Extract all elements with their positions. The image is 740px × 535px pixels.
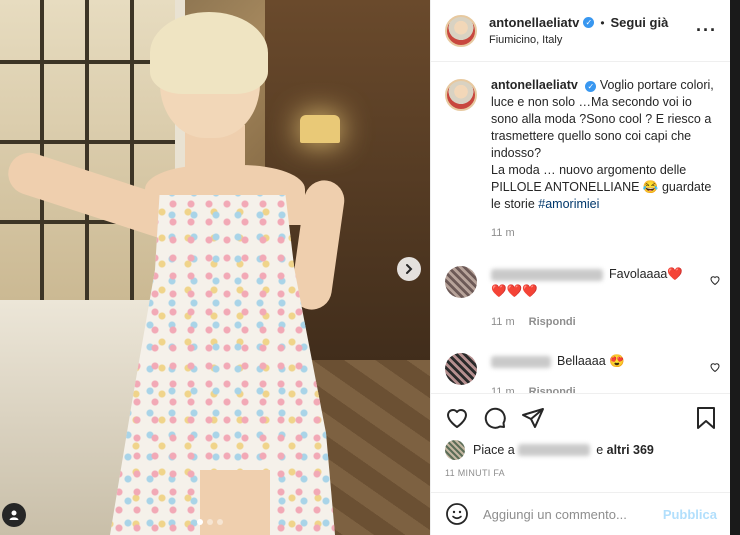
verified-badge-icon: ✓	[585, 81, 597, 92]
bookmark-icon[interactable]	[695, 406, 717, 430]
post-caption: antonellaeliatv ✓ Voglio portare colori,…	[431, 63, 731, 242]
comment-time: 11 m	[491, 386, 515, 393]
more-options-icon[interactable]: ···	[696, 20, 717, 41]
hashtag-link[interactable]: #amorimiei	[538, 197, 599, 211]
commenter-username-blurred[interactable]	[491, 268, 603, 281]
commenter-username-blurred[interactable]	[491, 355, 551, 368]
adjacent-post-edge	[730, 0, 740, 535]
likes-summary[interactable]: Piace a e altri 369	[445, 440, 717, 460]
liker-avatar	[445, 440, 465, 460]
comment-bubble-icon[interactable]	[483, 406, 507, 430]
avatar[interactable]	[445, 14, 477, 47]
liker-username-blurred[interactable]	[518, 444, 591, 456]
comment-text: Bellaaaa 😍	[557, 354, 625, 368]
woman-legs	[200, 470, 270, 535]
chevron-right-icon	[406, 264, 413, 274]
post-header: antonellaeliatv ✓ • Segui già Fiumicino,…	[431, 0, 731, 62]
background-lamp	[300, 115, 340, 143]
separator-dot: •	[600, 15, 605, 30]
caption-username-link[interactable]: antonellaeliatv	[491, 78, 578, 92]
likes-middle: e	[596, 443, 604, 457]
carousel-indicator	[197, 519, 223, 525]
reply-button[interactable]: Rispondi	[529, 314, 576, 331]
carousel-dot	[217, 519, 223, 525]
comment-input[interactable]	[481, 505, 663, 523]
avatar[interactable]	[445, 79, 477, 111]
carousel-dot	[197, 519, 203, 525]
publish-button[interactable]: Pubblica	[663, 507, 717, 522]
woman-hair	[150, 12, 268, 94]
like-heart-icon[interactable]	[445, 406, 469, 430]
comment-composer: Pubblica	[431, 492, 731, 535]
commenter-avatar[interactable]	[445, 266, 477, 298]
carousel-next-button[interactable]	[397, 257, 421, 281]
comments-section[interactable]: antonellaeliatv ✓ Voglio portare colori,…	[431, 63, 731, 393]
verified-badge-icon: ✓	[583, 17, 595, 28]
likes-count-link[interactable]: altri 369	[607, 443, 654, 457]
like-comment-heart-icon[interactable]	[709, 274, 721, 286]
comment-time: 11 m	[491, 316, 515, 328]
carousel-dot	[207, 519, 213, 525]
post-timestamp: 11 MINUTI FA	[445, 468, 505, 478]
emoji-icon[interactable]	[445, 502, 469, 526]
commenter-avatar[interactable]	[445, 353, 477, 385]
comment-text: Favolaaaa❤️	[609, 267, 683, 281]
location-link[interactable]: Fiumicino, Italy	[489, 34, 696, 46]
like-comment-heart-icon[interactable]	[709, 361, 721, 373]
caption-text: Voglio portare colori, luce e non solo ……	[491, 78, 714, 211]
user-icon	[9, 510, 19, 520]
following-button[interactable]: Segui già	[611, 15, 669, 30]
share-paper-plane-icon[interactable]	[521, 406, 545, 430]
comment-text-extra: ❤️❤️❤️	[491, 284, 538, 298]
comment-item: Bellaaaa 😍 11 m Rispondi	[431, 353, 731, 393]
post-photo[interactable]	[0, 0, 430, 535]
comment-item: Favolaaaa❤️ ❤️❤️❤️ 11 m Rispondi	[431, 266, 731, 331]
post-side-panel: antonellaeliatv ✓ • Segui già Fiumicino,…	[430, 0, 731, 535]
tagged-users-button[interactable]	[2, 503, 26, 527]
likes-prefix: Piace a	[473, 443, 515, 457]
caption-time: 11 m	[491, 227, 515, 239]
reply-button[interactable]: Rispondi	[529, 384, 576, 393]
username-link[interactable]: antonellaeliatv	[489, 15, 579, 30]
post-actions: Piace a e altri 369 11 MINUTI FA	[431, 393, 731, 478]
